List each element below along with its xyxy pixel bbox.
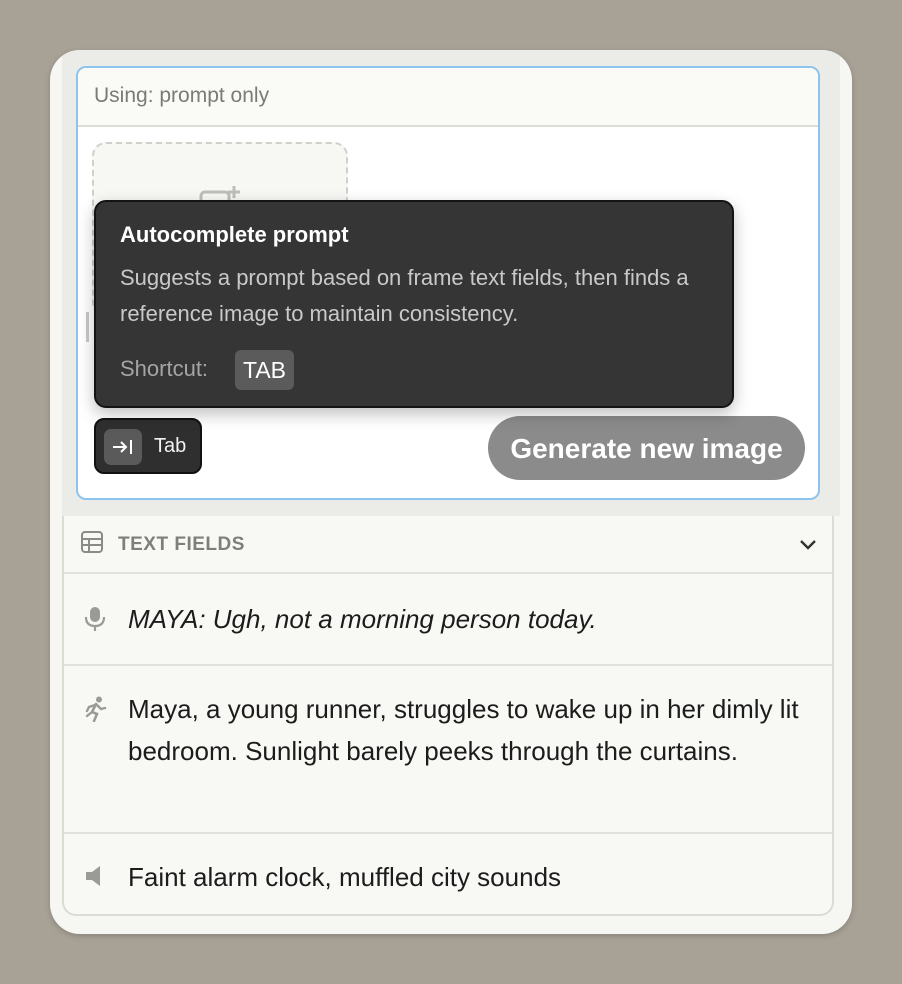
text-fields-panel: TEXT FIELDS MAYA: Ugh, not a morning per… — [62, 516, 834, 916]
tab-key — [104, 429, 142, 465]
action-field[interactable]: Maya, a young runner, struggles to wake … — [64, 666, 832, 834]
tooltip-title: Autocomplete prompt — [120, 222, 349, 247]
generate-image-button[interactable]: Generate new image — [488, 416, 805, 480]
frame-card: Using: prompt only Tab Generate new imag… — [50, 50, 852, 934]
chevron-down-icon[interactable] — [798, 534, 818, 554]
tab-arrow-icon — [113, 440, 132, 454]
running-person-icon — [85, 696, 107, 722]
autocomplete-tooltip: Autocomplete prompt Suggests a prompt ba… — [94, 200, 734, 408]
speaker-icon — [86, 866, 100, 886]
dialogue-field[interactable]: MAYA: Ugh, not a morning person today. — [64, 574, 832, 666]
sound-field[interactable]: Faint alarm clock, muffled city sounds — [64, 834, 832, 916]
table-icon — [81, 531, 103, 553]
sound-text: Faint alarm clock, muffled city sounds — [128, 862, 562, 892]
tab-button-label: Tab — [154, 435, 187, 457]
shortcut-key-badge: TAB — [235, 350, 295, 390]
text-fields-header[interactable]: TEXT FIELDS — [64, 516, 832, 574]
autocomplete-tab-button[interactable]: Tab — [94, 418, 202, 474]
action-text: Maya, a young runner, struggles to wake … — [128, 694, 799, 766]
tooltip-description: Suggests a prompt based on frame text fi… — [120, 265, 689, 326]
microphone-icon — [84, 607, 106, 631]
using-bar: Using: prompt only — [78, 68, 818, 127]
using-label: Using: prompt only — [94, 84, 270, 107]
text-fields-title: TEXT FIELDS — [118, 534, 245, 555]
dialogue-text: MAYA: Ugh, not a morning person today. — [128, 604, 597, 634]
shortcut-label: Shortcut: — [120, 356, 209, 381]
